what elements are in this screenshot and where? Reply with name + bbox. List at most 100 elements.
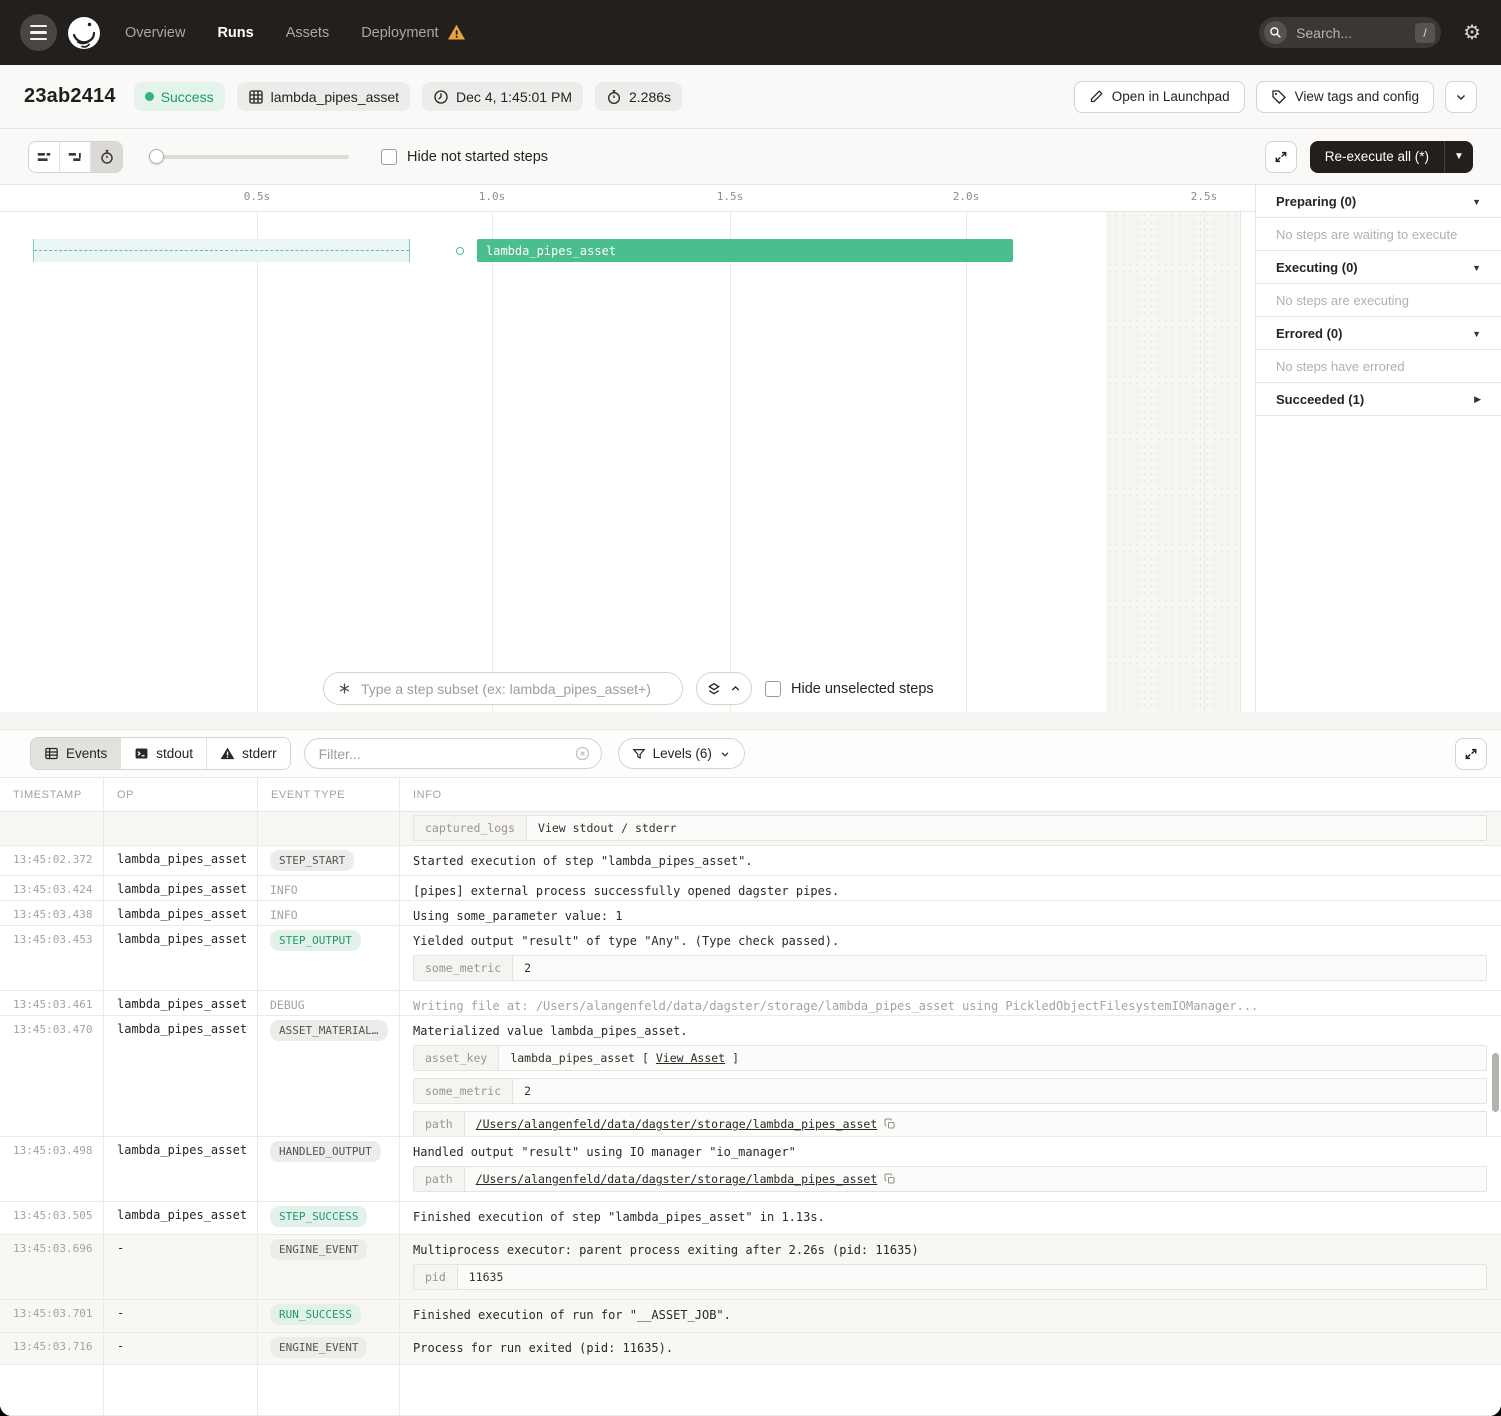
log-info: Started execution of step "lambda_pipes_…: [400, 846, 1501, 875]
tag-icon: [1271, 89, 1287, 105]
tab-events[interactable]: Events: [31, 738, 121, 769]
nav-item-overview[interactable]: Overview: [125, 25, 185, 41]
chevron-up-icon[interactable]: [729, 682, 742, 695]
event-type-badge: ASSET_MATERIALIZAT…: [270, 1020, 388, 1041]
pencil-icon: [1089, 89, 1104, 104]
dagster-logo[interactable]: [65, 14, 103, 52]
event-type-badge: ENGINE_EVENT: [270, 1239, 367, 1260]
log-row[interactable]: 13:45:03.453lambda_pipes_asset STEP_OUTPU…: [0, 926, 1501, 991]
nav-item-runs[interactable]: Runs: [217, 25, 253, 41]
log-info: captured_logsView stdout / stderr: [400, 812, 1501, 845]
copy-icon[interactable]: [884, 1173, 896, 1185]
copy-icon[interactable]: [884, 1118, 896, 1130]
log-timestamp: 13:45:03.438: [0, 901, 104, 925]
tab-stdout[interactable]: stdout: [121, 738, 207, 769]
log-row[interactable]: 13:45:02.372lambda_pipes_assetSTEP_START…: [0, 846, 1501, 876]
event-type-badge: STEP_START: [270, 850, 354, 871]
caret-down-icon: ▼: [1472, 197, 1481, 207]
log-row[interactable]: 13:45:03.716-ENGINE_EVENTProcess for run…: [0, 1333, 1501, 1365]
warning-icon: [447, 24, 466, 41]
gantt-fullscreen-button[interactable]: [1265, 141, 1297, 173]
column-header-event-type: EVENT TYPE: [258, 778, 400, 811]
clock-icon: [433, 89, 449, 105]
clear-filter-icon[interactable]: [574, 745, 591, 762]
log-op: lambda_pipes_asset: [104, 926, 258, 990]
hide-not-started-checkbox[interactable]: Hide not started steps: [381, 149, 548, 165]
log-info: Multiprocess executor: parent process ex…: [400, 1235, 1501, 1299]
search-input[interactable]: Search... /: [1259, 17, 1441, 48]
event-type-badge: STEP_OUTPUT: [270, 930, 361, 951]
log-timestamp: 13:45:03.701: [0, 1300, 104, 1332]
tab-stderr[interactable]: stderr: [207, 738, 290, 769]
hamburger-menu-button[interactable]: [20, 14, 57, 51]
log-timestamp: 13:45:03.453: [0, 926, 104, 990]
log-row[interactable]: 13:45:03.701-RUN_SUCCESSFinished executi…: [0, 1300, 1501, 1333]
events-toolbar: Events stdout stderr Filter...: [0, 730, 1501, 777]
sidebar-section-succeeded[interactable]: Succeeded (1)▶: [1256, 383, 1501, 416]
checkbox-icon[interactable]: [765, 681, 781, 697]
metadata-link[interactable]: /Users/alangenfeld/data/dagster/storage/…: [476, 1117, 878, 1131]
events-fullscreen-button[interactable]: [1455, 738, 1487, 770]
layers-icon[interactable]: [706, 681, 722, 697]
run-actions-dropdown-button[interactable]: [1445, 81, 1477, 113]
gantt-chart[interactable]: lambda_pipes_asset Type a step subset (e…: [0, 212, 1255, 712]
log-row[interactable]: 13:45:03.461lambda_pipes_assetDEBUGWriti…: [0, 991, 1501, 1016]
log-row[interactable]: 13:45:03.438lambda_pipes_assetINFOUsing …: [0, 901, 1501, 926]
log-op: lambda_pipes_asset: [104, 1202, 258, 1234]
log-row[interactable]: 13:45:03.696-ENGINE_EVENTMultiprocess ex…: [0, 1235, 1501, 1300]
column-header-op: OP: [104, 778, 258, 811]
log-filter-input[interactable]: Filter...: [304, 738, 602, 769]
warning-triangle-icon: [220, 746, 235, 761]
log-row[interactable]: 13:45:03.498lambda_pipes_assetHANDLED_OU…: [0, 1137, 1501, 1202]
log-info-text: Process for run exited (pid: 11635).: [413, 1339, 1487, 1355]
panel-splitter[interactable]: [0, 712, 1501, 730]
metadata-text: ]: [732, 1051, 739, 1065]
tick-label: 1.5s: [717, 190, 744, 203]
reexecute-dropdown-button[interactable]: ▼: [1444, 141, 1473, 173]
sidebar-section-errored[interactable]: Errored (0)▼: [1256, 317, 1501, 350]
log-row[interactable]: captured_logsView stdout / stderr: [0, 812, 1501, 846]
log-row[interactable]: [0, 1365, 1501, 1416]
sidebar-section-executing[interactable]: Executing (0)▼: [1256, 251, 1501, 284]
log-info: [pipes] external process successfully op…: [400, 876, 1501, 900]
log-event-type: ASSET_MATERIALIZAT…: [258, 1016, 400, 1136]
step-subset-input[interactable]: Type a step subset (ex: lambda_pipes_ass…: [323, 672, 683, 705]
waterfall-view-button[interactable]: [60, 142, 91, 172]
timed-view-button[interactable]: [91, 142, 122, 172]
log-event-type: DEBUG: [258, 991, 400, 1015]
metadata-entry: path/Users/alangenfeld/data/dagster/stor…: [413, 1111, 1487, 1136]
nav-item-assets[interactable]: Assets: [286, 25, 330, 41]
flat-view-button[interactable]: [29, 142, 60, 172]
log-row[interactable]: 13:45:03.505lambda_pipes_assetSTEP_SUCCE…: [0, 1202, 1501, 1235]
log-row[interactable]: 13:45:03.470lambda_pipes_assetASSET_MATE…: [0, 1016, 1501, 1137]
settings-gear-icon[interactable]: ⚙: [1463, 23, 1481, 43]
metadata-link[interactable]: View Asset: [656, 1051, 725, 1065]
job-tag[interactable]: lambda_pipes_asset: [237, 82, 410, 111]
levels-filter-dropdown[interactable]: Levels (6): [618, 738, 745, 769]
metadata-value: 2: [513, 1079, 542, 1103]
gantt-zoom-slider[interactable]: [149, 149, 349, 164]
log-op: -: [104, 1333, 258, 1364]
vertical-scrollbar[interactable]: [1492, 1053, 1499, 1112]
log-info-text: Yielded output "result" of type "Any". (…: [413, 932, 1487, 948]
reexecute-all-button[interactable]: Re-execute all (*) ▼: [1310, 141, 1473, 173]
metadata-text: lambda_pipes_asset: [510, 1051, 635, 1065]
gantt-step-bar[interactable]: lambda_pipes_asset: [477, 239, 1013, 262]
log-level-label: INFO: [270, 880, 298, 897]
hide-unselected-checkbox[interactable]: Hide unselected steps: [765, 681, 934, 697]
log-info-text: Started execution of step "lambda_pipes_…: [413, 852, 1487, 868]
log-info: Process for run exited (pid: 11635).: [400, 1333, 1501, 1364]
event-type-badge: RUN_SUCCESS: [270, 1304, 361, 1325]
log-timestamp: 13:45:03.461: [0, 991, 104, 1015]
view-tags-config-button[interactable]: View tags and config: [1256, 81, 1434, 113]
log-row[interactable]: 13:45:03.424lambda_pipes_assetINFO[pipes…: [0, 876, 1501, 901]
checkbox-icon[interactable]: [381, 149, 397, 165]
event-type-badge: STEP_SUCCESS: [270, 1206, 367, 1227]
nav-item-deployment[interactable]: Deployment: [361, 25, 438, 41]
sidebar-section-preparing[interactable]: Preparing (0)▼: [1256, 185, 1501, 218]
slider-thumb[interactable]: [149, 149, 164, 164]
run-steps-sidebar: Preparing (0)▼ No steps are waiting to e…: [1255, 185, 1501, 712]
metadata-link[interactable]: /Users/alangenfeld/data/dagster/storage/…: [476, 1172, 878, 1186]
graph-query-toolbar[interactable]: [696, 672, 752, 705]
open-in-launchpad-button[interactable]: Open in Launchpad: [1074, 81, 1245, 113]
